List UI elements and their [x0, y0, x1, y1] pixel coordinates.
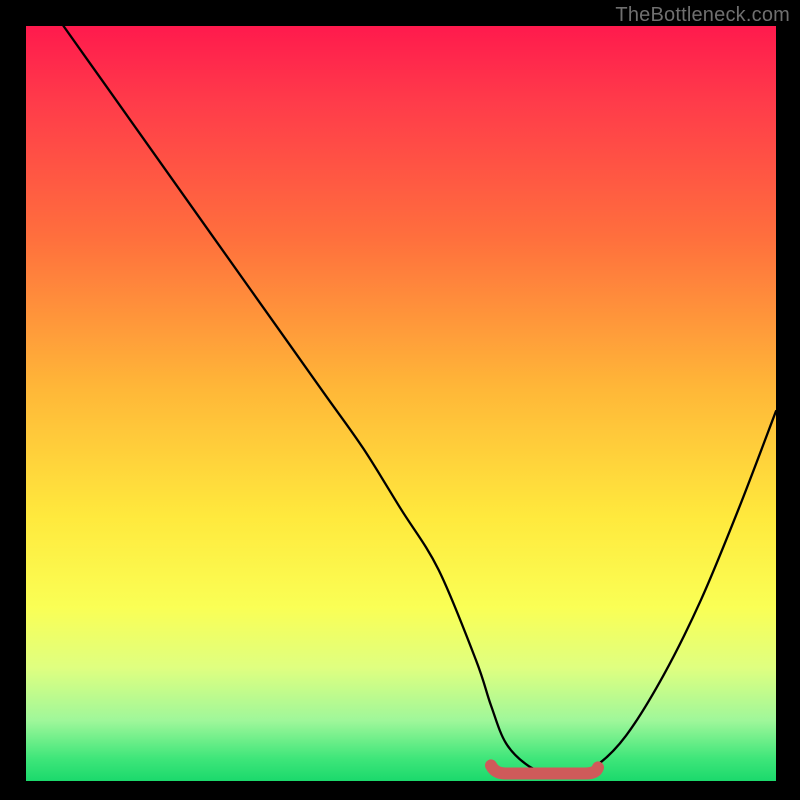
bottleneck-curve-path	[64, 26, 777, 774]
watermark-text: TheBottleneck.com	[615, 4, 790, 27]
optimal-range-marker	[491, 765, 598, 773]
bottleneck-curve-svg	[26, 26, 776, 781]
chart-frame: TheBottleneck.com	[0, 0, 800, 800]
plot-area	[26, 26, 776, 781]
